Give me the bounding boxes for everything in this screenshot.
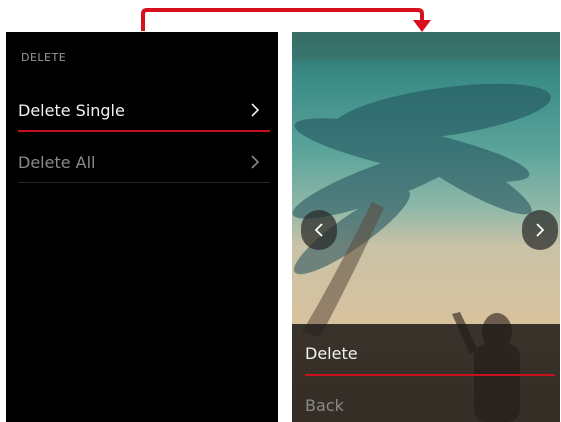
menu-item-delete-all[interactable]: Delete All	[18, 142, 270, 183]
chevron-left-icon	[314, 223, 323, 237]
chevron-right-icon	[251, 155, 260, 169]
delete-option[interactable]: Delete	[305, 344, 555, 376]
menu-item-label: Delete All	[18, 152, 96, 172]
delete-menu-panel: DELETE Delete Single Delete All	[6, 32, 278, 422]
chevron-right-icon	[251, 103, 260, 117]
chevron-right-icon	[536, 223, 545, 237]
next-image-button[interactable]	[522, 210, 558, 250]
menu-item-label: Delete Single	[18, 100, 125, 120]
menu-header: DELETE	[21, 51, 67, 64]
menu-item-delete-single[interactable]: Delete Single	[18, 90, 270, 132]
delete-confirm-menu: Delete Back	[292, 324, 560, 422]
previous-image-button[interactable]	[301, 210, 337, 250]
back-option[interactable]: Back	[305, 396, 555, 415]
photo-playback-panel: Delete Back	[292, 32, 560, 422]
